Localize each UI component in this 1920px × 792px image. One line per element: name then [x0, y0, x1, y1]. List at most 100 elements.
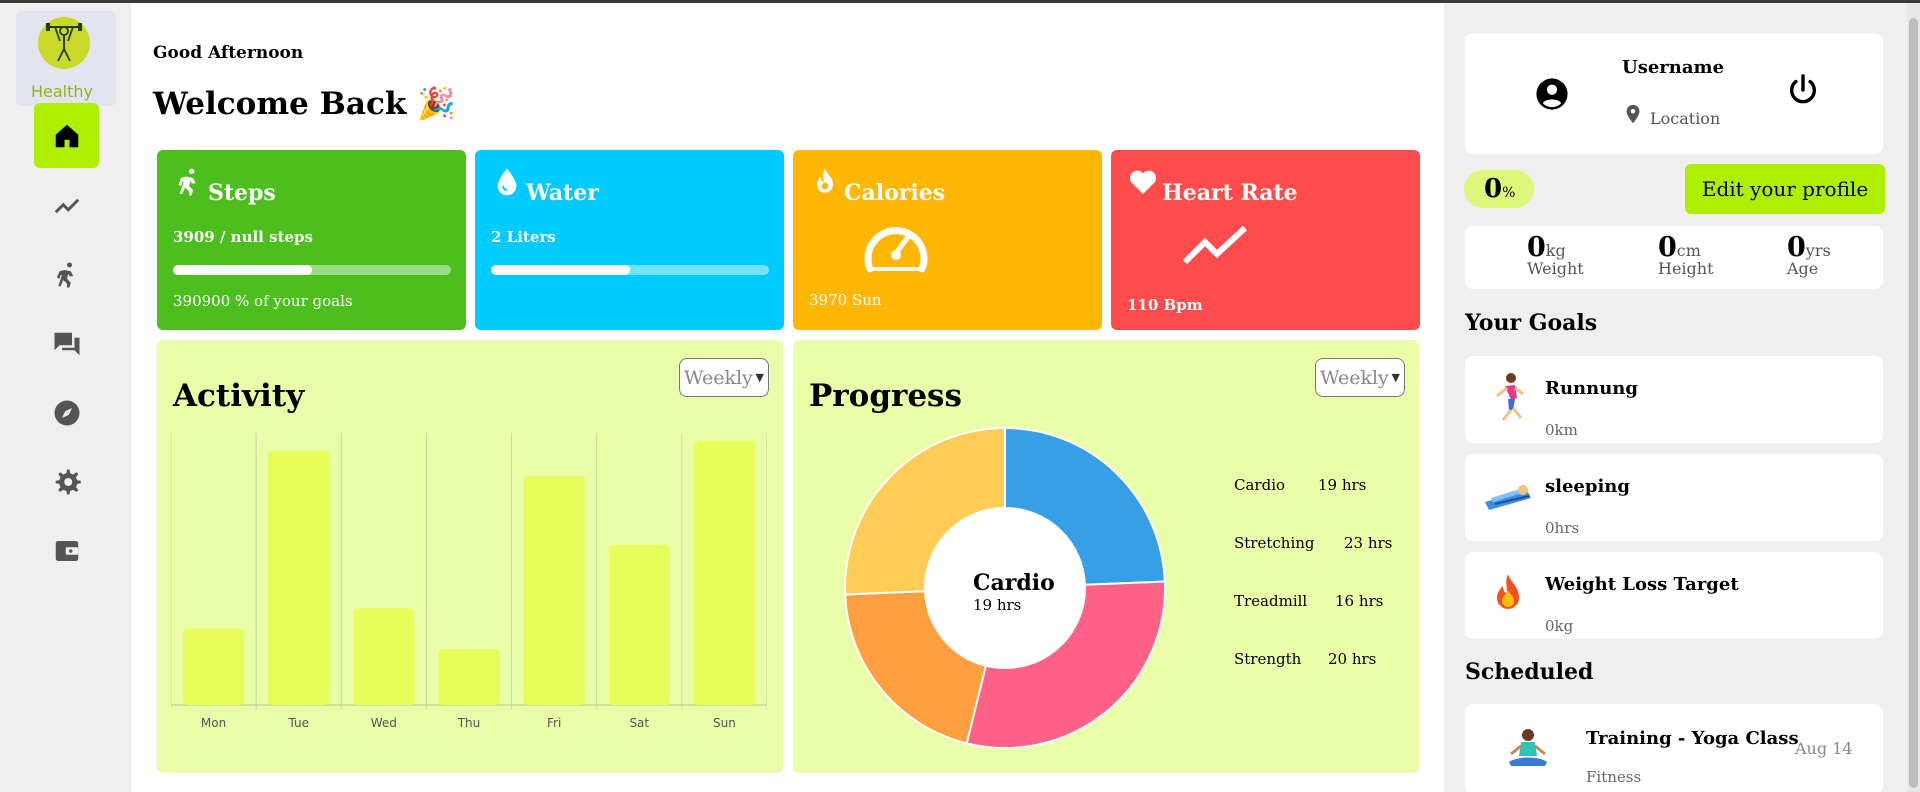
water-progress-fill — [491, 265, 630, 275]
bar-sun[interactable] — [693, 440, 756, 705]
goal-item-sleeping[interactable]: sleeping 0hrs — [1465, 454, 1883, 541]
compass-icon — [54, 400, 79, 425]
age-metric: 0yrs Age — [1787, 232, 1831, 278]
scheduled-item[interactable]: Training - Yoga Class Fitness Aug 14 — [1465, 704, 1883, 792]
legend-value: 20 hrs — [1328, 650, 1377, 668]
steps-progress-fill — [173, 265, 312, 275]
body-metrics-card: 0kg Weight 0cm Height 0yrs Age — [1465, 226, 1883, 289]
steps-count: 3909 / null steps — [173, 228, 313, 246]
water-amount: 2 Liters — [491, 228, 556, 246]
goal-value: 0kg — [1545, 617, 1574, 635]
completion-unit: % — [1502, 185, 1516, 201]
nav-settings[interactable] — [34, 449, 99, 514]
profile-completion-badge: 0% — [1464, 170, 1534, 208]
legend-strength: Strength 20 hrs — [1234, 650, 1376, 668]
sidebar: Healthy — [0, 3, 131, 792]
location-pin-icon — [1626, 104, 1640, 124]
bar-wed[interactable] — [353, 608, 415, 705]
wallet-icon — [55, 540, 78, 561]
gear-icon — [55, 469, 81, 494]
activity-panel: Activity Weekly ▼ Mon Tue Wed Thu Fri Sat Sun — [157, 340, 783, 773]
x-tick-label: Fri — [547, 716, 561, 730]
brand-logo[interactable]: Healthy — [16, 11, 116, 106]
x-tick-label: Mon — [201, 716, 226, 730]
run-icon — [178, 168, 196, 196]
scrollbar-thumb[interactable] — [1909, 18, 1918, 788]
legend-treadmill: Treadmill 16 hrs — [1234, 592, 1383, 610]
progress-title: Progress — [809, 378, 962, 414]
bar-tue[interactable] — [268, 450, 330, 705]
goals-heading: Your Goals — [1465, 310, 1598, 336]
page-title: Welcome Back 🎉 — [153, 86, 456, 122]
donut-center-title: Cardio — [973, 570, 1055, 596]
nav-home[interactable] — [34, 103, 99, 168]
goal-value: 0km — [1545, 421, 1578, 439]
nav-activity[interactable] — [34, 242, 99, 307]
calories-title: Calories — [844, 180, 946, 206]
schedule-type: Fitness — [1586, 768, 1642, 786]
bar-mon[interactable] — [182, 628, 245, 705]
run-icon — [56, 262, 73, 287]
activity-title: Activity — [173, 378, 305, 414]
legend-cardio: Cardio 19 hrs — [1234, 476, 1366, 494]
edit-profile-button[interactable]: Edit your profile — [1685, 164, 1885, 214]
completion-value: 0 — [1484, 174, 1503, 204]
x-tick-label: Thu — [457, 716, 481, 730]
power-icon[interactable] — [1786, 73, 1820, 107]
nav-analytics[interactable] — [34, 173, 99, 238]
trending-icon — [54, 198, 79, 213]
schedule-date: Aug 14 — [1795, 739, 1853, 758]
height-unit: cm — [1676, 241, 1701, 260]
steps-card[interactable]: Steps 3909 / null steps 390900 % of your… — [157, 150, 466, 330]
water-card[interactable]: Water 2 Liters — [475, 150, 784, 330]
weightlifter-icon — [38, 17, 90, 69]
user-account-icon[interactable] — [1535, 77, 1569, 111]
height-label: Height — [1658, 259, 1714, 278]
steps-title: Steps — [208, 180, 276, 206]
heart-rate-card[interactable]: Heart Rate 110 Bpm — [1111, 150, 1420, 330]
steps-progress-bar — [173, 265, 451, 275]
chevron-down-icon: ▼ — [755, 371, 764, 384]
legend-label: Treadmill — [1234, 592, 1308, 610]
legend-label: Cardio — [1234, 476, 1286, 494]
runner-icon — [1496, 373, 1524, 421]
profile-card: Username Location — [1465, 33, 1883, 154]
donut-center-sub: 19 hrs — [973, 596, 1022, 614]
bar-thu[interactable] — [438, 649, 500, 705]
water-progress-bar — [491, 265, 769, 275]
nav-messages[interactable] — [34, 311, 99, 376]
donut-center-label: Cardio 19 hrs — [973, 570, 1073, 614]
goal-item-weight-loss[interactable]: Weight Loss Target 0kg — [1465, 552, 1883, 639]
progress-period-select[interactable]: Weekly ▼ — [1315, 358, 1405, 397]
username: Username — [1622, 57, 1725, 78]
activity-bar-chart: Mon Tue Wed Thu Fri Sat Sun — [171, 433, 767, 730]
legend-value: 23 hrs — [1344, 534, 1393, 552]
nav-wallet[interactable] — [34, 518, 99, 583]
chevron-down-icon: ▼ — [1391, 371, 1400, 384]
x-tick-label: Wed — [371, 716, 397, 730]
progress-panel: Progress Weekly ▼ Cardio 19 hrs Cardio 1… — [793, 340, 1419, 773]
activity-period-select[interactable]: Weekly ▼ — [679, 358, 769, 397]
calories-card[interactable]: Calories 3970 Sun — [793, 150, 1102, 330]
bar-fri[interactable] — [523, 476, 585, 705]
speedometer-icon — [864, 227, 928, 273]
heart-icon — [1129, 170, 1157, 194]
progress-period-value: Weekly — [1320, 366, 1389, 389]
goal-item-running[interactable]: Runnung 0km — [1465, 356, 1883, 443]
height-metric: 0cm Height — [1658, 232, 1714, 278]
water-drop-icon — [497, 168, 517, 196]
weight-metric: 0kg Weight — [1527, 232, 1584, 278]
water-title: Water — [526, 180, 599, 206]
heart-rate-title: Heart Rate — [1162, 180, 1298, 206]
goal-name: Weight Loss Target — [1545, 574, 1739, 595]
sleeping-icon — [1485, 485, 1531, 510]
yoga-icon — [1509, 729, 1547, 766]
legend-label: Strength — [1234, 650, 1302, 668]
schedule-name: Training - Yoga Class — [1586, 728, 1799, 749]
goal-name: sleeping — [1545, 476, 1630, 497]
nav-explore[interactable] — [34, 380, 99, 445]
calories-value: 3970 Sun — [809, 291, 882, 309]
heart-rate-value: 110 Bpm — [1127, 296, 1203, 314]
bar-sat[interactable] — [608, 544, 670, 705]
legend-stretching: Stretching 23 hrs — [1234, 534, 1392, 552]
